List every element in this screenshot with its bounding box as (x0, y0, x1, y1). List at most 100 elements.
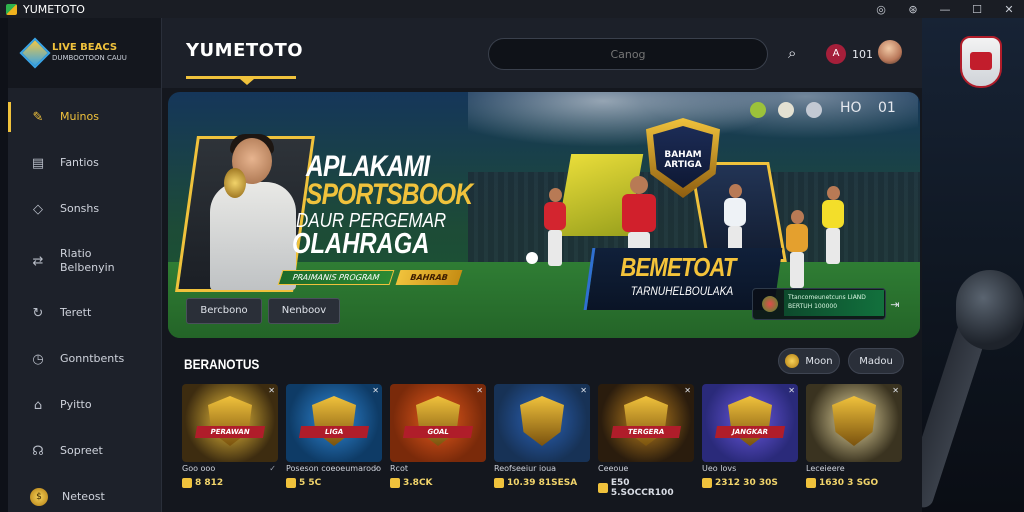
close-button[interactable]: ✕ (1000, 3, 1018, 16)
banner-secondary-button[interactable]: Nenboov (268, 298, 340, 324)
player-figure (782, 210, 812, 288)
brand-line-1: LIVE BEACS (52, 42, 118, 53)
search-input[interactable] (488, 38, 768, 70)
game-card[interactable]: TERGERA ✕ Ceeoue E50 5.SOCCR100 (598, 384, 694, 498)
game-price: E50 5.SOCCR100 (598, 478, 694, 498)
dismiss-icon[interactable]: ✕ (788, 386, 795, 395)
team-badge-icon (762, 296, 778, 312)
dismiss-icon[interactable]: ✕ (580, 386, 587, 395)
more-label: Moon (805, 355, 833, 367)
minimize-button[interactable]: — (936, 3, 954, 16)
game-price-value: 5 5C (299, 478, 322, 488)
notification-count: 101 (852, 47, 873, 61)
sidebar-item-sopreet[interactable]: ☊ Sopreet (8, 428, 161, 474)
game-emblem-label: PERAWAN (194, 426, 266, 438)
top-header: YUMETOTO ⌕ A 101 (162, 18, 922, 88)
dismiss-icon[interactable]: ✕ (476, 386, 483, 395)
game-emblem-icon (416, 396, 460, 446)
brand-line-2: DUMBOOTOON CAUU (52, 54, 127, 62)
game-title: Rcot (390, 464, 408, 473)
game-card[interactable]: GOAL ✕ Rcot 3.8CK (390, 384, 486, 494)
sidebar-nav: ✎ Muinos ▤ Fantios ◇ Sonshs ⇄ Rlatio Bel… (8, 88, 161, 512)
game-title: Ceeoue (598, 464, 629, 473)
sidebar-item-neteost[interactable]: $ Neteost (8, 474, 161, 512)
sidebar-item-label: Sopreet (60, 444, 103, 457)
sidebar: LIVE BEACS DUMBOOTOON CAUU ✎ Muinos ▤ Fa… (8, 18, 162, 512)
banner-tag-program: PRAIMANIS PROGRAM (277, 270, 395, 285)
game-card[interactable]: ✕ Reofseeiur ioua 10.39 81SESA (494, 384, 590, 494)
coin-icon (494, 478, 504, 488)
sidebar-item-sonshs[interactable]: ◇ Sonshs (8, 186, 161, 232)
sidebar-item-label: Fantios (60, 156, 99, 169)
window-title: YUMETOTO (23, 2, 85, 16)
headset-icon: ☊ (32, 443, 44, 459)
coin-icon (286, 478, 296, 488)
record-icon[interactable]: ◎ (872, 3, 890, 16)
next-button[interactable]: Madou (848, 348, 904, 374)
player-figure (540, 188, 570, 266)
coin-icon (182, 478, 192, 488)
title-bar: YUMETOTO ◎ ⊛ — ☐ ✕ (0, 0, 1024, 18)
maximize-button[interactable]: ☐ (968, 3, 986, 16)
status-indicator-icon[interactable] (750, 102, 766, 118)
sidebar-item-label: Neteost (62, 490, 105, 503)
banner-primary-button[interactable]: Bercbono (186, 298, 262, 324)
sidebar-item-rlatio[interactable]: ⇄ Rlatio Belbenyin (8, 232, 161, 290)
coin-icon (702, 478, 712, 488)
pen-icon: ✎ (32, 109, 44, 125)
game-card[interactable]: ✕ Leceieere 1630 3 SGO (806, 384, 902, 494)
more-button[interactable]: Moon (778, 348, 840, 374)
game-card[interactable]: LIGA ✕ Poseson coeoeumarodo ✓ 5 5C (286, 384, 382, 494)
game-thumbnail: PERAWAN ✕ (182, 384, 278, 462)
sidebar-item-fantios[interactable]: ▤ Fantios (8, 140, 161, 186)
exit-icon[interactable]: ⇥ (884, 292, 906, 318)
game-emblem-label: TERGERA (610, 426, 682, 438)
avatar[interactable] (878, 40, 902, 64)
coin-icon: $ (30, 488, 48, 506)
banner-headline-4: OLAHRAGA (292, 228, 430, 260)
coin-icon (390, 478, 400, 488)
shield-label: BAHAM ARTIGA (664, 150, 702, 170)
game-title: Reofseeiur ioua (494, 464, 557, 473)
game-emblem-icon (624, 396, 668, 446)
brand-logo[interactable]: LIVE BEACS DUMBOOTOON CAUU (8, 18, 161, 88)
game-title: Poseson coeoeumarodo (286, 464, 381, 473)
tag-icon: ◇ (33, 201, 43, 217)
game-cards: PERAWAN ✕ Goo ooo ✓ 8 812 LIGA ✕ Poseson coeoeu… (182, 384, 912, 498)
game-emblem-icon (728, 396, 772, 446)
hero-banner[interactable]: APLAKAMI SPORTSBOOK DAUR PERGEMAR OLAHRA… (168, 92, 920, 338)
sidebar-item-label: Rlatio Belbenyin (60, 247, 115, 274)
game-price: 10.39 81SESA (494, 478, 577, 488)
status-indicator-icon[interactable] (806, 102, 822, 118)
next-label: Madou (859, 355, 893, 367)
sidebar-item-label: Pyitto (60, 398, 92, 411)
game-price-value: 10.39 81SESA (507, 478, 578, 488)
game-thumbnail: JANGKAR ✕ (702, 384, 798, 462)
game-card[interactable]: PERAWAN ✕ Goo ooo ✓ 8 812 (182, 384, 278, 494)
sidebar-item-terett[interactable]: ↻ Terett (8, 290, 161, 336)
settings-icon[interactable]: ⊛ (904, 3, 922, 16)
game-emblem-icon (520, 396, 564, 446)
dismiss-icon[interactable]: ✕ (892, 386, 899, 395)
player-figure (818, 186, 848, 264)
game-thumbnail: ✕ (494, 384, 590, 462)
sidebar-item-label: Gonntbents (60, 352, 125, 365)
status-indicator-icon[interactable] (778, 102, 794, 118)
sidebar-item-muinos[interactable]: ✎ Muinos (8, 94, 161, 140)
dismiss-icon[interactable]: ✕ (372, 386, 379, 395)
left-backdrop (0, 18, 8, 512)
shuffle-icon: ⇄ (32, 253, 44, 269)
brand-text: LIVE BEACS DUMBOOTOON CAUU (52, 42, 127, 64)
window-controls: ◎ ⊛ — ☐ ✕ (872, 0, 1018, 18)
game-card[interactable]: JANGKAR ✕ Ueo lovs 2312 30 30S (702, 384, 798, 494)
game-price-value: 2312 30 30S (715, 478, 778, 488)
dismiss-icon[interactable]: ✕ (268, 386, 275, 395)
refresh-icon: ↻ (32, 305, 44, 321)
dismiss-icon[interactable]: ✕ (684, 386, 691, 395)
game-title: Ueo lovs (702, 464, 737, 473)
search-icon[interactable]: ⌕ (788, 44, 806, 62)
sidebar-item-pyitto[interactable]: ⌂ Pyitto (8, 382, 161, 428)
page-title[interactable]: YUMETOTO (186, 40, 303, 61)
notification-button[interactable]: A 101 (826, 44, 873, 64)
sidebar-item-gonntbents[interactable]: ◷ Gonntbents (8, 336, 161, 382)
